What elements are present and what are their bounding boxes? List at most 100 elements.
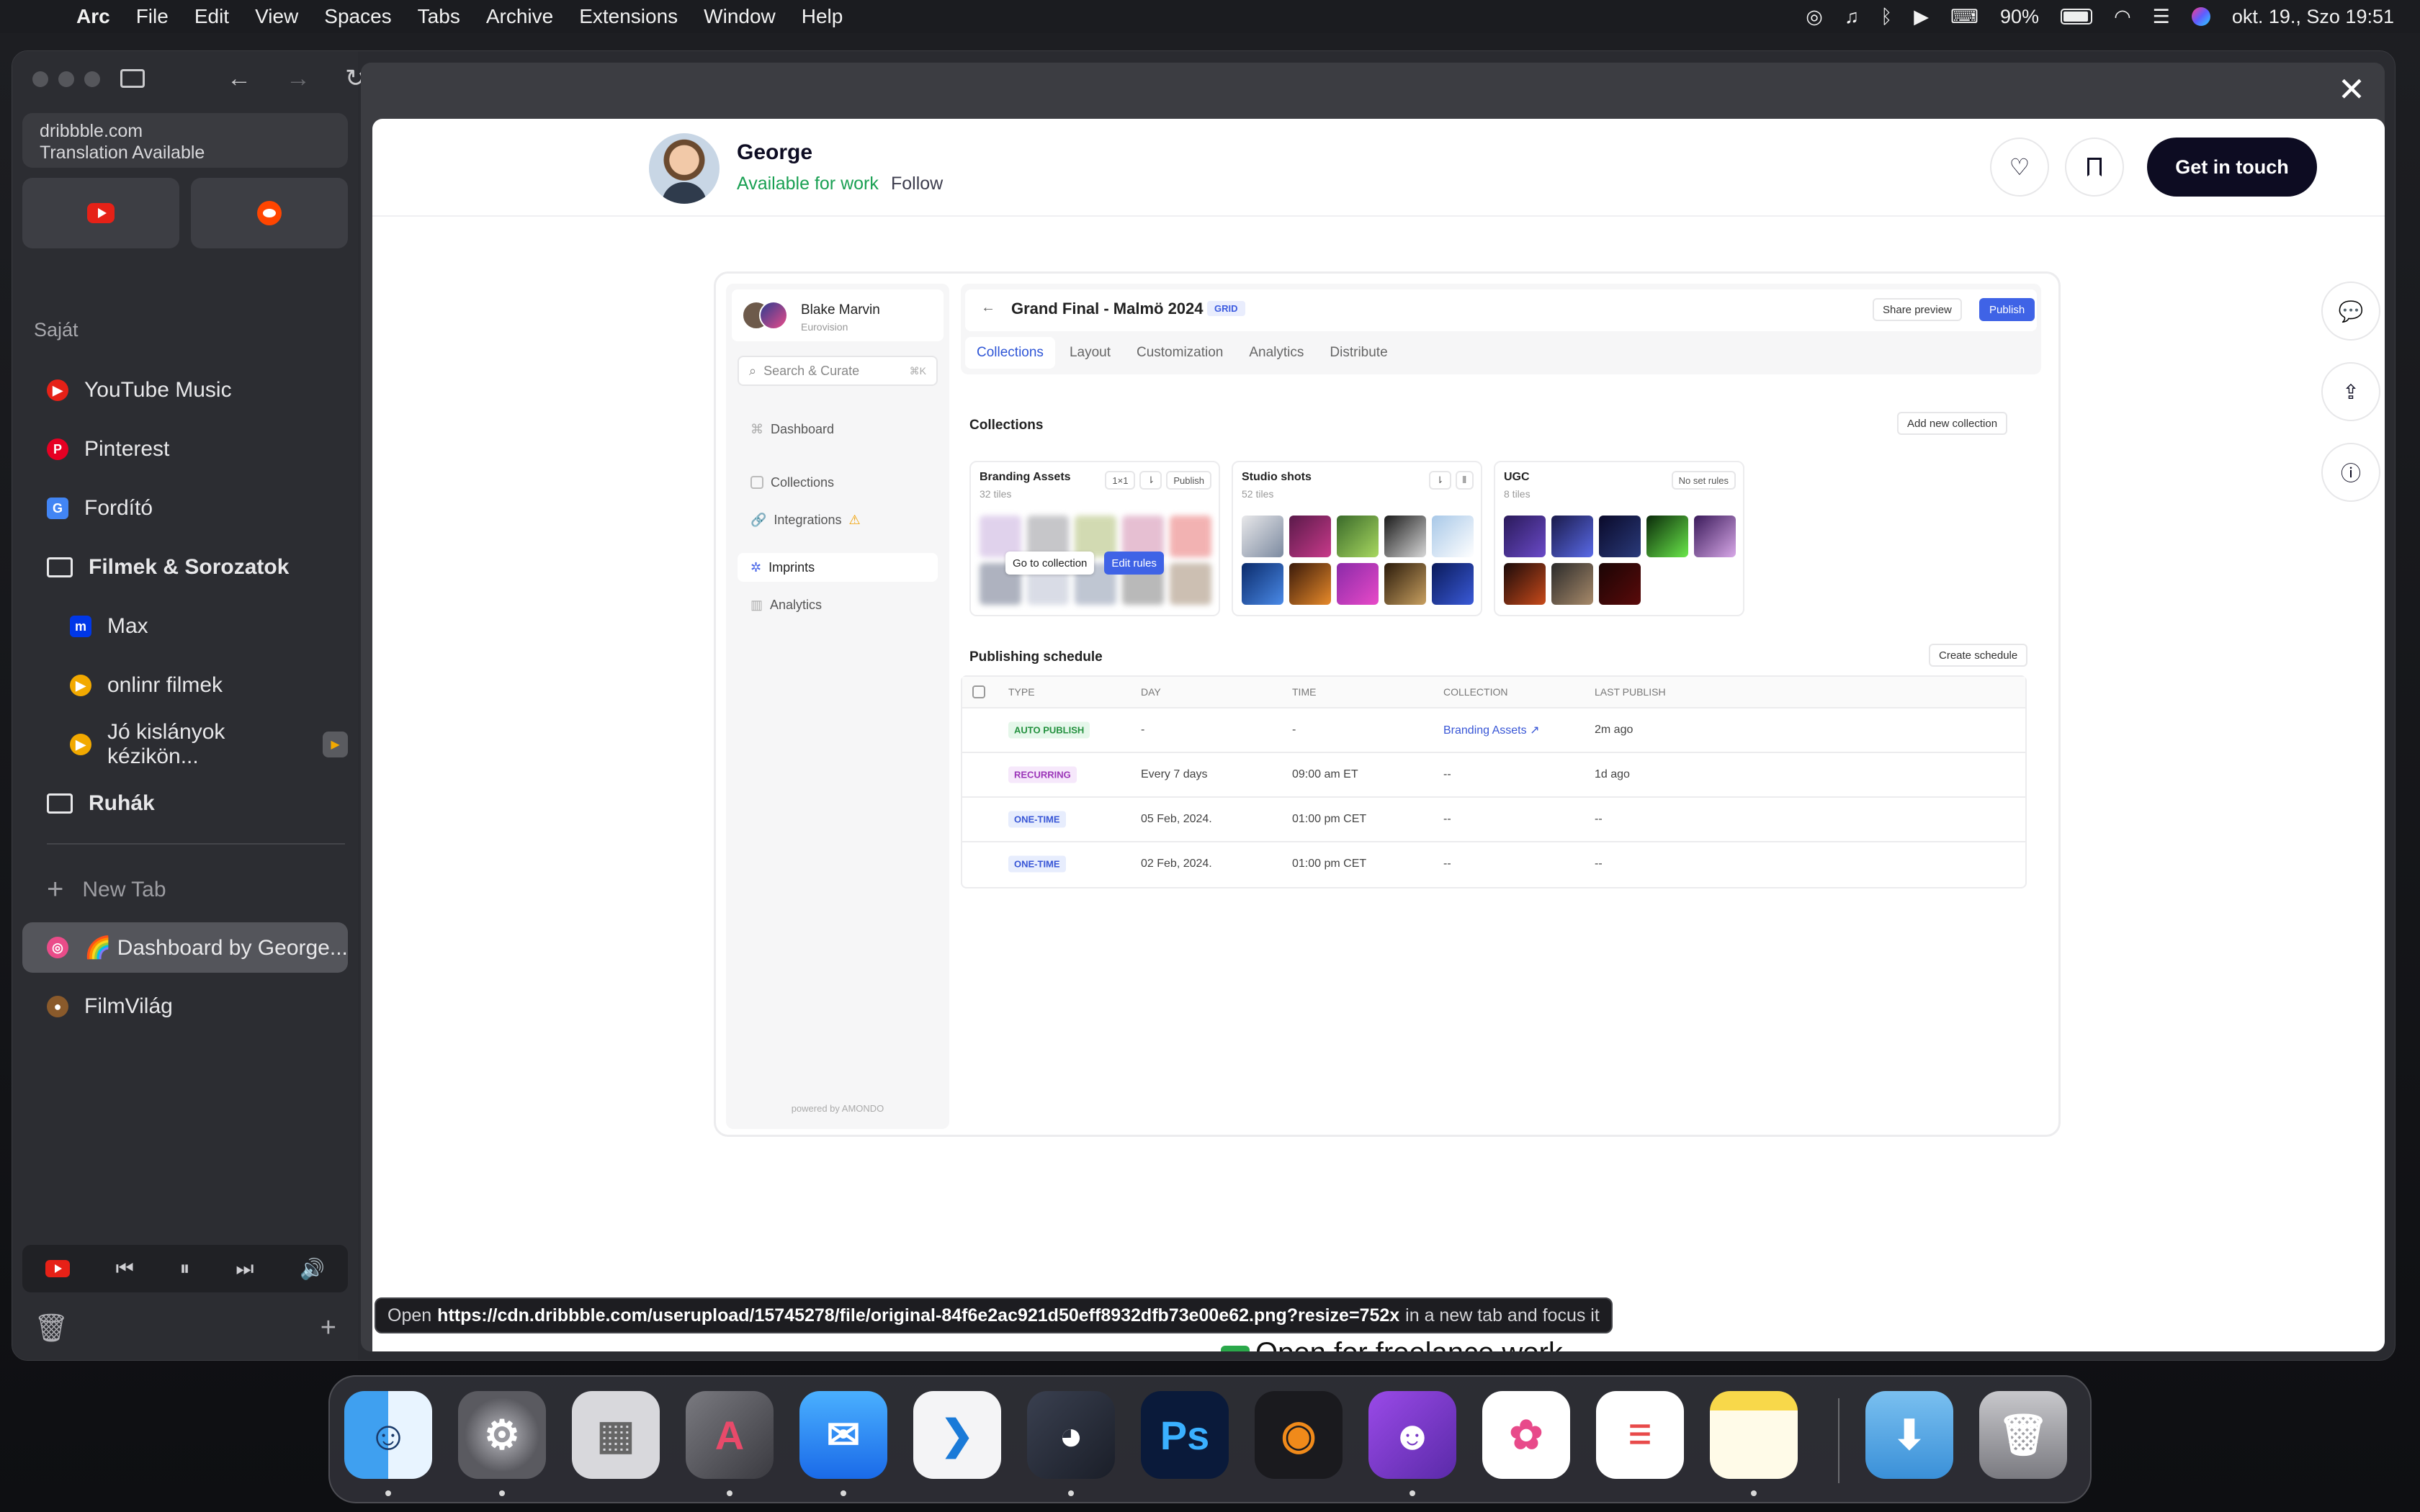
collection-card-ugc[interactable]: UGC 8 tiles No set rules: [1494, 461, 1744, 616]
sidebar-folder-filmek[interactable]: Filmek & Sorozatok: [22, 542, 348, 593]
sort-chip[interactable]: ⇂: [1139, 471, 1162, 490]
affinity-icon[interactable]: A: [686, 1391, 774, 1479]
menu-archive[interactable]: Archive: [486, 5, 553, 28]
col-type[interactable]: TYPE: [1008, 686, 1035, 698]
sidebar-folder-ruhak[interactable]: Ruhák: [22, 778, 348, 829]
translation-notice[interactable]: Translation Available: [40, 142, 331, 163]
dash-nav-dashboard[interactable]: ⌘ Dashboard: [738, 415, 938, 444]
ratio-chip[interactable]: 1×1: [1105, 471, 1136, 490]
menu-app-name[interactable]: Arc: [76, 5, 110, 28]
favorite-youtube[interactable]: [22, 178, 179, 248]
airpods-icon[interactable]: ♫: [1845, 6, 1859, 28]
url-bar[interactable]: dribbble.com Translation Available: [22, 113, 348, 168]
sidebar-item-translate[interactable]: G Fordító: [22, 483, 348, 534]
favorite-reddit[interactable]: [191, 178, 348, 248]
publish-chip[interactable]: Publish: [1166, 471, 1211, 490]
sidebar-item-jo-kislanyok[interactable]: ▶ Jó kislányok kézikön... ▶: [22, 719, 348, 770]
notes-icon[interactable]: [1710, 1391, 1798, 1479]
menu-view[interactable]: View: [255, 5, 298, 28]
system-settings-icon[interactable]: ⚙: [458, 1391, 546, 1479]
row-collection-link[interactable]: Branding Assets ↗: [1443, 723, 1539, 737]
forward-arrow-icon[interactable]: →: [286, 65, 310, 93]
finder-icon[interactable]: ☺: [344, 1391, 432, 1479]
new-space-plus-icon[interactable]: +: [321, 1313, 336, 1344]
create-schedule-button[interactable]: Create schedule: [1929, 644, 2028, 667]
menu-help[interactable]: Help: [802, 5, 843, 28]
archive-icon[interactable]: 🗑: [34, 1313, 68, 1344]
dash-nav-integrations[interactable]: 🔗 Integrations ⚠: [738, 505, 938, 534]
siri-icon[interactable]: [2191, 7, 2210, 26]
next-track-icon[interactable]: ⏭: [236, 1257, 254, 1281]
dash-user-card[interactable]: Blake Marvin Eurovision: [732, 289, 944, 341]
sidebar-item-max[interactable]: m Max: [22, 601, 348, 652]
menu-file[interactable]: File: [136, 5, 169, 28]
menu-window[interactable]: Window: [704, 5, 776, 28]
col-day[interactable]: DAY: [1141, 686, 1161, 698]
tab-customization[interactable]: Customization: [1125, 337, 1234, 369]
tab-distribute[interactable]: Distribute: [1318, 337, 1399, 369]
col-collection[interactable]: COLLECTION: [1443, 686, 1507, 698]
downloads-folder-icon[interactable]: ⬇: [1865, 1391, 1953, 1479]
follow-link[interactable]: Follow: [891, 174, 943, 194]
go-to-collection-button[interactable]: Go to collection: [1005, 552, 1095, 575]
sidebar-item-pinterest[interactable]: P Pinterest: [22, 424, 348, 474]
control-center-icon[interactable]: ☰: [2153, 6, 2170, 28]
toggle-sidebar-icon[interactable]: [120, 69, 145, 88]
volume-icon[interactable]: 🔊: [300, 1257, 325, 1281]
table-row[interactable]: AUTO PUBLISH - - Branding Assets ↗ 2m ag…: [962, 707, 2025, 752]
table-row[interactable]: RECURRING Every 7 days 09:00 am ET -- 1d…: [962, 752, 2025, 796]
keyboard-icon[interactable]: ⌨: [1950, 6, 1978, 28]
tab-layout[interactable]: Layout: [1058, 337, 1122, 369]
vscode-icon[interactable]: ❯: [913, 1391, 1001, 1479]
trash-icon[interactable]: 🗑: [1979, 1391, 2067, 1479]
sidebar-item-onlinr-filmek[interactable]: ▶ onlinr filmek: [22, 660, 348, 711]
reminders-icon[interactable]: ☰: [1596, 1391, 1684, 1479]
sidebar-tab-filmvilag[interactable]: ● FilmVilág: [22, 981, 348, 1032]
photoshop-icon[interactable]: Ps: [1141, 1391, 1229, 1479]
designer-name[interactable]: George: [737, 140, 812, 165]
layout-chip[interactable]: ⫴: [1455, 471, 1474, 490]
dash-search-input[interactable]: ⌕ Search & Curate ⌘K: [738, 356, 938, 386]
menu-tabs[interactable]: Tabs: [418, 5, 460, 28]
collection-card-studio[interactable]: Studio shots 52 tiles ⇂ ⫴: [1232, 461, 1482, 616]
blender-icon[interactable]: ◉: [1255, 1391, 1343, 1479]
menu-edit[interactable]: Edit: [194, 5, 229, 28]
bluetooth-icon[interactable]: ᛒ: [1881, 6, 1892, 28]
rules-chip[interactable]: No set rules: [1671, 471, 1736, 490]
close-modal-icon[interactable]: ✕: [2330, 70, 2373, 109]
now-playing-icon[interactable]: ▶: [1914, 6, 1929, 28]
launchpad-icon[interactable]: ▦: [572, 1391, 660, 1479]
table-row[interactable]: ONE-TIME 05 Feb, 2024. 01:00 pm CET -- -…: [962, 796, 2025, 841]
wifi-icon[interactable]: ◠: [2114, 6, 2131, 28]
photos-icon[interactable]: ✿: [1482, 1391, 1570, 1479]
pause-icon[interactable]: ⏸: [180, 1257, 190, 1281]
save-button[interactable]: [2065, 138, 2124, 197]
battery-icon[interactable]: [2061, 9, 2093, 24]
menu-clock[interactable]: okt. 19., Szo 19:51: [2232, 6, 2394, 28]
dash-nav-collections[interactable]: Collections: [738, 468, 938, 497]
comment-icon[interactable]: 💬: [2321, 282, 2380, 341]
col-last-publish[interactable]: LAST PUBLISH: [1595, 686, 1666, 698]
menu-spaces[interactable]: Spaces: [324, 5, 391, 28]
sort-chip[interactable]: ⇂: [1428, 471, 1451, 490]
shot-image[interactable]: Blake Marvin Eurovision ⌕ Search & Curat…: [714, 271, 2061, 1137]
table-row[interactable]: ONE-TIME 02 Feb, 2024. 01:00 pm CET -- -…: [962, 841, 2025, 886]
share-preview-button[interactable]: Share preview: [1873, 298, 1962, 321]
github-desktop-icon[interactable]: ☻: [1368, 1391, 1456, 1479]
zoom-window-button[interactable]: [84, 71, 100, 87]
close-window-button[interactable]: [32, 71, 48, 87]
media-playing-icon[interactable]: ▶: [323, 732, 348, 757]
davinci-resolve-icon[interactable]: ◕: [1027, 1391, 1115, 1479]
back-arrow-icon[interactable]: ←: [981, 300, 995, 316]
collection-card-branding[interactable]: Branding Assets 32 tiles 1×1 ⇂ Publish G…: [969, 461, 1220, 616]
get-in-touch-button[interactable]: Get in touch: [2147, 138, 2317, 197]
edit-rules-button[interactable]: Edit rules: [1104, 552, 1164, 575]
new-tab-button[interactable]: + New Tab: [47, 873, 166, 906]
tab-analytics[interactable]: Analytics: [1237, 337, 1315, 369]
mail-icon[interactable]: ✉: [799, 1391, 887, 1479]
designer-avatar[interactable]: [649, 133, 720, 204]
airdrop-icon[interactable]: ◎: [1806, 6, 1823, 28]
like-button[interactable]: ♡: [1990, 138, 2049, 197]
sidebar-tab-dashboard[interactable]: ◎ 🌈 Dashboard by George...: [22, 922, 348, 973]
menu-extensions[interactable]: Extensions: [579, 5, 678, 28]
